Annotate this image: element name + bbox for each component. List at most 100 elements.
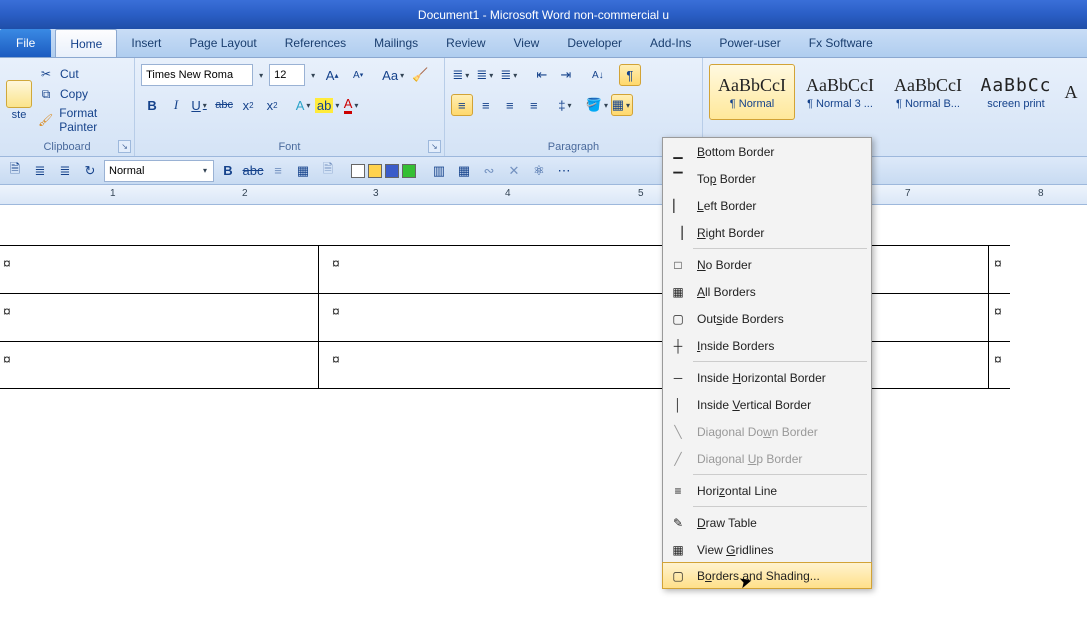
format-painter-button[interactable]: 🖌 Format Painter	[38, 106, 128, 134]
document-area[interactable]: ¤ ¤ ¤ ¤ ¤ ¤ ¤ ¤ ¤	[0, 205, 1087, 619]
italic-button[interactable]: I	[165, 94, 187, 116]
menu-all-borders[interactable]: ▦ All Borders	[663, 278, 871, 305]
column-icon[interactable]: ▥	[428, 160, 450, 182]
clipboard-dialog-launcher[interactable]: ↘	[118, 140, 131, 153]
justify-button[interactable]: ≡	[523, 94, 545, 116]
chevron-down-icon[interactable]: ▾	[257, 71, 265, 80]
font-name-combo[interactable]: Times New Roma	[141, 64, 253, 86]
copy-button[interactable]: ⧉ Copy	[38, 86, 128, 102]
align-left-button[interactable]: ≡	[451, 94, 473, 116]
table-icon[interactable]: ▦	[292, 160, 314, 182]
tab-page-layout[interactable]: Page Layout	[175, 29, 270, 57]
style-more[interactable]: A	[1061, 64, 1081, 120]
style-normal[interactable]: AaBbCcI ¶ Normal	[709, 64, 795, 120]
style-combo[interactable]: Normal ▾	[104, 160, 214, 182]
menu-label: Inside Horizontal Border	[697, 371, 826, 385]
swatch-yellow[interactable]	[368, 164, 382, 178]
horizontal-ruler[interactable]: 1 2 3 4 5 7 8	[0, 185, 1087, 205]
strike-icon[interactable]: abc	[242, 160, 264, 182]
menu-left-border[interactable]: ▏ Left Border	[663, 192, 871, 219]
share-icon[interactable]: ⚛	[528, 160, 550, 182]
tab-power-user[interactable]: Power-user	[705, 29, 794, 57]
shading-button[interactable]: 🪣▾	[587, 94, 609, 116]
table-border	[870, 388, 1010, 389]
menu-right-border[interactable]: ▕ Right Border	[663, 219, 871, 246]
menu-horizontal-line[interactable]: ≡ Horizontal Line	[663, 477, 871, 504]
decrease-indent-button[interactable]: ⇤	[531, 64, 553, 86]
grow-font-button[interactable]: A▴	[321, 64, 343, 86]
tab-mailings[interactable]: Mailings	[360, 29, 432, 57]
change-case-button[interactable]: Aa▾	[383, 64, 405, 86]
bullets-icon[interactable]: ≣	[29, 160, 51, 182]
grid-icon[interactable]: ▦	[453, 160, 475, 182]
style-name: ¶ Normal	[730, 98, 774, 110]
tab-references[interactable]: References	[271, 29, 360, 57]
tab-developer[interactable]: Developer	[553, 29, 636, 57]
font-dialog-launcher[interactable]: ↘	[428, 140, 441, 153]
menu-label: View Gridlines	[697, 543, 774, 557]
new-icon[interactable]: 🗎	[4, 160, 26, 182]
multilevel-button[interactable]: ≣▾	[499, 64, 521, 86]
paragraph-group-label: Paragraph	[451, 140, 696, 156]
menu-view-gridlines[interactable]: ▦ View Gridlines	[663, 536, 871, 563]
menu-inside-borders[interactable]: ┼ Inside Borders	[663, 332, 871, 359]
menu-inside-vertical[interactable]: │ Inside Vertical Border	[663, 391, 871, 418]
font-group-label: Font	[141, 140, 438, 156]
cell-mark-icon: ¤	[332, 255, 340, 271]
bold-button[interactable]: B	[141, 94, 163, 116]
refresh-icon[interactable]: ↻	[79, 160, 101, 182]
tab-home[interactable]: Home	[55, 29, 117, 57]
increase-indent-button[interactable]: ⇥	[555, 64, 577, 86]
strikethrough-button[interactable]: abc	[213, 94, 235, 116]
cut-button[interactable]: ✂ Cut	[38, 66, 128, 82]
cell-mark-icon: ¤	[994, 255, 1002, 271]
numbering-icon[interactable]: ≣	[54, 160, 76, 182]
borders-button[interactable]: ▦▾	[611, 94, 633, 116]
tab-view[interactable]: View	[500, 29, 554, 57]
superscript-button[interactable]: x2	[261, 94, 283, 116]
align-right-button[interactable]: ≡	[499, 94, 521, 116]
underline-button[interactable]: U▾	[189, 94, 211, 116]
menu-borders-shading[interactable]: ▢ Borders and Shading...	[662, 562, 872, 589]
sort-button[interactable]: A↓	[587, 64, 609, 86]
borders-shading-icon: ▢	[669, 567, 687, 585]
subscript-button[interactable]: x2	[237, 94, 259, 116]
bold-icon[interactable]: B	[217, 160, 239, 182]
tab-review[interactable]: Review	[432, 29, 499, 57]
swatch-white[interactable]	[351, 164, 365, 178]
tool-icon[interactable]: ✕	[503, 160, 525, 182]
font-size-combo[interactable]: 12	[269, 64, 305, 86]
menu-no-border[interactable]: □ No Border	[663, 251, 871, 278]
shrink-font-button[interactable]: A▾	[347, 64, 369, 86]
tab-add-ins[interactable]: Add-Ins	[636, 29, 705, 57]
style-normal-3[interactable]: AaBbCcI ¶ Normal 3 ...	[797, 64, 883, 120]
doc-icon[interactable]: 🗎	[317, 160, 339, 182]
align-center-button[interactable]: ≡	[475, 94, 497, 116]
tab-fx-software[interactable]: Fx Software	[795, 29, 887, 57]
paste-button[interactable]: ste	[6, 60, 32, 140]
menu-top-border[interactable]: ▔ Top Border	[663, 165, 871, 192]
file-tab[interactable]: File	[0, 29, 51, 57]
ruler-tick: 4	[505, 188, 511, 199]
bullets-button[interactable]: ≣▾	[451, 64, 473, 86]
menu-bottom-border[interactable]: ▁ Bottom Border	[663, 138, 871, 165]
numbering-button[interactable]: ≣▾	[475, 64, 497, 86]
menu-inside-horizontal[interactable]: ─ Inside Horizontal Border	[663, 364, 871, 391]
style-normal-b[interactable]: AaBbCcI ¶ Normal B...	[885, 64, 971, 120]
swatch-green[interactable]	[402, 164, 416, 178]
font-color-button[interactable]: A▾	[341, 94, 363, 116]
line-spacing-button[interactable]: ‡▾	[555, 94, 577, 116]
swatch-blue[interactable]	[385, 164, 399, 178]
menu-draw-table[interactable]: ✎ Draw Table	[663, 509, 871, 536]
chevron-down-icon[interactable]: ▾	[309, 71, 317, 80]
link-icon[interactable]: ∾	[478, 160, 500, 182]
more-icon[interactable]: ⋯	[553, 160, 575, 182]
style-screen-print[interactable]: AaBbCc screen print	[973, 64, 1059, 120]
highlight-button[interactable]: ab▾	[317, 94, 339, 116]
menu-outside-borders[interactable]: ▢ Outside Borders	[663, 305, 871, 332]
align-icon[interactable]: ≡	[267, 160, 289, 182]
show-hide-button[interactable]: ¶	[619, 64, 641, 86]
clear-format-button[interactable]: 🧹	[409, 64, 431, 86]
tab-insert[interactable]: Insert	[117, 29, 175, 57]
text-effects-button[interactable]: A▾	[293, 94, 315, 116]
